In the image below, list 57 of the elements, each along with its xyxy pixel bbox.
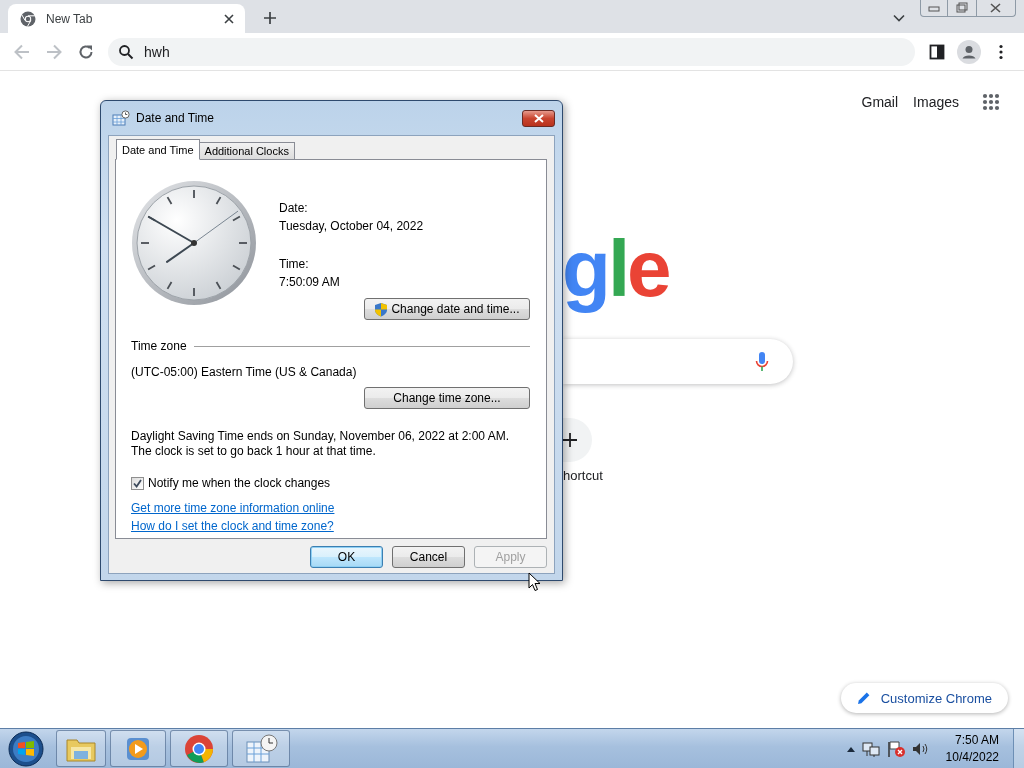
profile-icon[interactable] (957, 39, 981, 64)
media-player-button[interactable] (110, 730, 166, 767)
menu-icon[interactable] (998, 43, 1004, 60)
header-link[interactable]: Gmail (861, 94, 899, 110)
dialog-tab[interactable]: Date and Time (116, 139, 200, 160)
show-desktop-button[interactable] (1013, 728, 1024, 768)
time-zone-value: (UTC-05:00) Eastern Time (US & Canada) (131, 365, 358, 379)
plus-icon (563, 433, 577, 447)
date-label: Date: (279, 200, 309, 217)
close-icon[interactable] (977, 0, 1016, 17)
flag-warning-icon[interactable] (885, 739, 906, 758)
start-orb-icon[interactable] (8, 730, 44, 767)
shortcut-label[interactable]: hortcut (563, 468, 1024, 483)
daylight-saving-note: Daylight Saving Time ends on Sunday, November 06, 2022 at 2:00 AM. The clock is set to go back 1 hour at that time. (131, 429, 510, 459)
dialog-tab[interactable]: Additional Clocks (198, 142, 295, 159)
address-bar[interactable]: hwh (108, 37, 915, 66)
restore-icon[interactable] (948, 0, 977, 17)
date-time-button[interactable] (232, 730, 290, 767)
date-value: Tuesday, October 04, 2022 (279, 218, 425, 235)
chrome-logo-icon (184, 733, 214, 764)
file-explorer-button[interactable] (56, 730, 106, 767)
change-time-zone-button[interactable]: Change time zone... (364, 387, 530, 409)
help-link[interactable]: How do I set the clock and time zone? (131, 519, 334, 533)
browser-tab[interactable]: New Tab (8, 4, 245, 33)
calendar-clock-icon (244, 733, 278, 764)
time-value: 7:50:09 AM (279, 274, 341, 291)
checkbox[interactable] (131, 476, 144, 490)
new-tab-icon[interactable] (262, 10, 278, 26)
header-link[interactable]: Images (913, 94, 959, 110)
section-heading: Time zone (131, 339, 187, 353)
change-date-time-button[interactable]: Change date and time... (364, 298, 530, 320)
close-icon (533, 114, 544, 123)
calendar-clock-icon (112, 110, 130, 126)
help-link[interactable]: Get more time zone information online (131, 501, 335, 515)
checkbox-label[interactable]: Notify me when the clock changes (148, 476, 331, 490)
apps-grid-icon[interactable] (982, 93, 1000, 111)
side-panel-icon[interactable] (929, 43, 945, 60)
pencil-icon (856, 691, 871, 705)
dialog-button[interactable]: Cancel (392, 546, 465, 568)
browser-logo-icon (20, 10, 36, 27)
dialog-button[interactable]: OK (310, 546, 383, 568)
shield-icon (374, 301, 389, 317)
window-title: Date and Time (136, 111, 215, 125)
taskbar-time[interactable]: 7:50 AM (954, 731, 999, 749)
tab-title: New Tab (46, 11, 93, 26)
search-icon (118, 43, 134, 60)
add-shortcut-button[interactable] (563, 418, 592, 462)
taskbar-date[interactable]: 10/4/2022 (945, 748, 999, 766)
time-label: Time: (279, 256, 310, 273)
cursor-icon (528, 572, 542, 592)
customize-chrome-button[interactable]: Customize Chrome (840, 683, 1008, 713)
network-icon[interactable] (861, 739, 880, 758)
close-button[interactable] (522, 110, 555, 127)
chrome-button[interactable] (170, 730, 228, 767)
address-text: hwh (144, 43, 170, 60)
check-icon (133, 478, 142, 488)
microphone-icon[interactable] (755, 351, 769, 372)
